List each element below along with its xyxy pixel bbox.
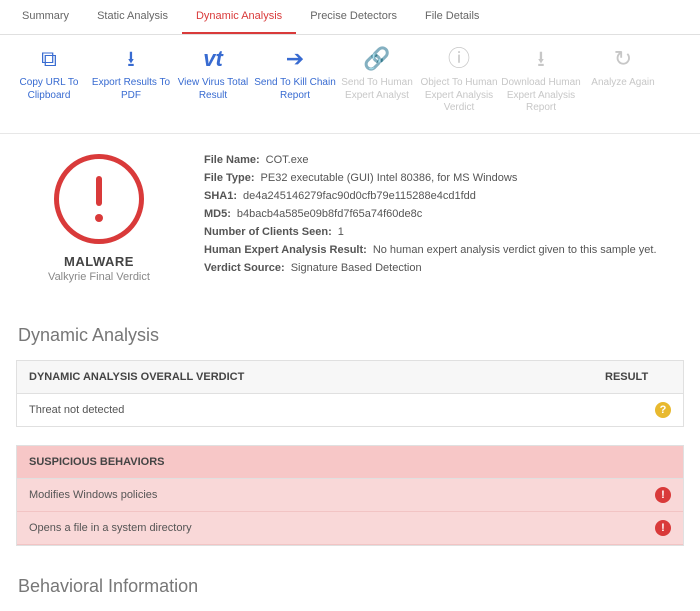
send-icon: ➔ xyxy=(254,45,336,73)
verdict-text: Threat not detected xyxy=(29,404,655,416)
paperclip-icon: 🔗 xyxy=(336,45,418,73)
download-icon: ⭳ xyxy=(90,45,172,73)
copy-label: Copy URL To Clipboard xyxy=(8,77,90,102)
suspicious-row: Modifies Windows policies ! xyxy=(17,479,683,512)
tab-file-details[interactable]: File Details xyxy=(411,0,493,34)
download-report-icon: ⭳ xyxy=(500,45,582,73)
verdict-subtitle: Valkyrie Final Verdict xyxy=(24,271,174,283)
analyze-again-button: ↻ Analyze Again xyxy=(582,45,664,115)
warning-icon: ? xyxy=(655,402,671,418)
expert-result-label: Human Expert Analysis Result: xyxy=(204,244,367,256)
tabs-bar: Summary Static Analysis Dynamic Analysis… xyxy=(0,0,700,35)
kill-chain-button[interactable]: ➔ Send To Kill Chain Report xyxy=(254,45,336,115)
view-virustotal-button[interactable]: vt View Virus Total Result xyxy=(172,45,254,115)
send-expert-button: 🔗 Send To Human Expert Analyst xyxy=(336,45,418,115)
object-expert-button: ⓘ Object To Human Expert Analysis Verdic… xyxy=(418,45,500,115)
download-expert-button: ⭳ Download Human Expert Analysis Report xyxy=(500,45,582,115)
sha1-label: SHA1: xyxy=(204,190,237,202)
refresh-icon: ↻ xyxy=(582,45,664,73)
copy-icon: ⧉ xyxy=(8,45,90,73)
malware-alert-icon xyxy=(54,154,144,244)
tab-precise-detectors[interactable]: Precise Detectors xyxy=(296,0,411,34)
verdict-box: MALWARE Valkyrie Final Verdict xyxy=(24,154,174,283)
suspicious-behaviors-table: SUSPICIOUS BEHAVIORS Modifies Windows po… xyxy=(16,445,684,546)
toolbar: ⧉ Copy URL To Clipboard ⭳ Export Results… xyxy=(0,35,700,134)
verdict-header: DYNAMIC ANALYSIS OVERALL VERDICT xyxy=(17,361,256,393)
kill-label: Send To Kill Chain Report xyxy=(254,77,336,102)
verdict-title: MALWARE xyxy=(24,254,174,269)
copy-url-button[interactable]: ⧉ Copy URL To Clipboard xyxy=(8,45,90,115)
behavioral-info-title: Behavioral Information xyxy=(0,564,700,611)
send-expert-label: Send To Human Expert Analyst xyxy=(336,77,418,102)
suspicious-header: SUSPICIOUS BEHAVIORS xyxy=(17,446,177,478)
verdict-row: Threat not detected ? xyxy=(17,394,683,426)
verdict-source-label: Verdict Source: xyxy=(204,262,285,274)
file-details: File Name: COT.exe File Type: PE32 executa… xyxy=(204,154,676,283)
dynamic-analysis-title: Dynamic Analysis xyxy=(0,313,700,360)
file-type-value: PE32 executable (GUI) Intel 80386, for M… xyxy=(261,172,518,184)
clients-value: 1 xyxy=(338,226,344,238)
export-label: Export Results To PDF xyxy=(90,77,172,102)
result-header: RESULT xyxy=(593,361,683,393)
overall-verdict-table: DYNAMIC ANALYSIS OVERALL VERDICT RESULT … xyxy=(16,360,684,427)
alert-circle-icon: ⓘ xyxy=(418,45,500,73)
suspicious-row: Opens a file in a system directory ! xyxy=(17,512,683,545)
file-name-value: COT.exe xyxy=(266,154,309,166)
tab-summary[interactable]: Summary xyxy=(8,0,83,34)
tab-dynamic-analysis[interactable]: Dynamic Analysis xyxy=(182,0,296,34)
suspicious-text: Opens a file in a system directory xyxy=(29,522,655,534)
analyze-label: Analyze Again xyxy=(582,77,664,90)
sha1-value: de4a245146279fac90d0cfb79e115288e4cd1fdd xyxy=(243,190,476,202)
md5-label: MD5: xyxy=(204,208,231,220)
file-panel: MALWARE Valkyrie Final Verdict File Name… xyxy=(0,134,700,313)
virustotal-icon: vt xyxy=(172,45,254,73)
vt-label: View Virus Total Result xyxy=(172,77,254,102)
file-name-label: File Name: xyxy=(204,154,260,166)
download-expert-label: Download Human Expert Analysis Report xyxy=(500,77,582,115)
suspicious-text: Modifies Windows policies xyxy=(29,489,655,501)
tab-static-analysis[interactable]: Static Analysis xyxy=(83,0,182,34)
object-expert-label: Object To Human Expert Analysis Verdict xyxy=(418,77,500,115)
alert-icon: ! xyxy=(655,520,671,536)
md5-value: b4bacb4a585e09b8fd7f65a74f60de8c xyxy=(237,208,422,220)
clients-label: Number of Clients Seen: xyxy=(204,226,332,238)
file-type-label: File Type: xyxy=(204,172,255,184)
verdict-source-value: Signature Based Detection xyxy=(291,262,422,274)
alert-icon: ! xyxy=(655,487,671,503)
expert-result-value: No human expert analysis verdict given t… xyxy=(373,244,657,256)
export-pdf-button[interactable]: ⭳ Export Results To PDF xyxy=(90,45,172,115)
